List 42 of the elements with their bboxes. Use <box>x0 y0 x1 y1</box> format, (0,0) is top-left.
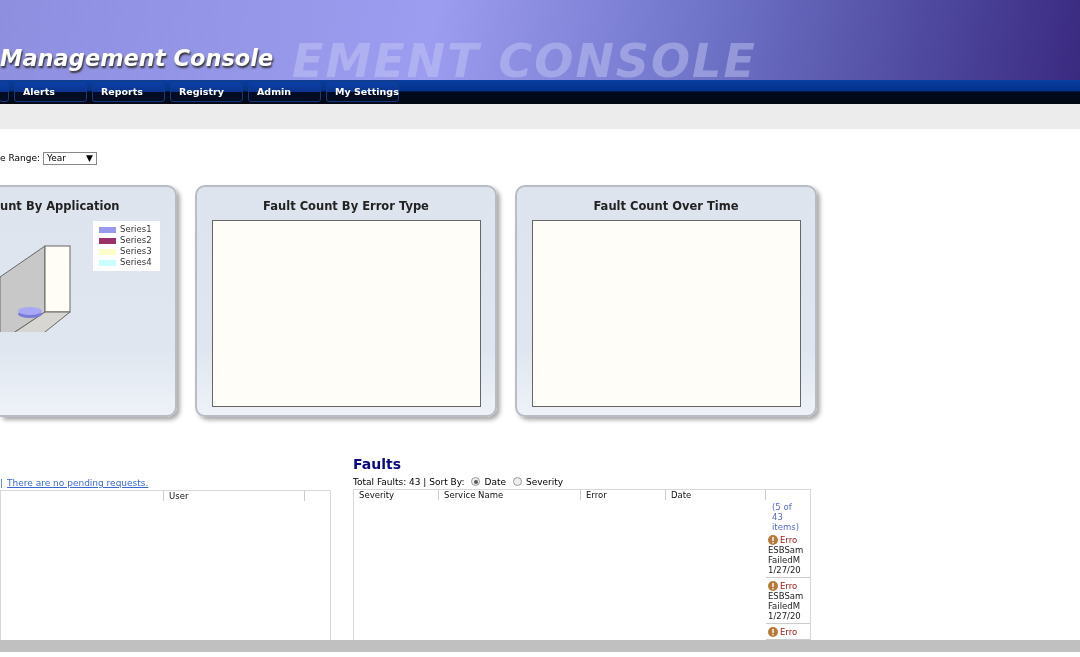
nav-tab[interactable]: Alerts <box>14 81 87 102</box>
severity-text: Erro <box>780 627 798 637</box>
sort-radio[interactable]: Date <box>471 476 506 487</box>
column-header[interactable]: Severity <box>354 490 439 500</box>
app-title: Management Console <box>0 45 274 71</box>
date-range-label: e Range: <box>0 153 40 163</box>
column-header[interactable]: Error <box>581 490 666 500</box>
severity-text: Erro <box>780 581 798 591</box>
card-title: unt By Application <box>0 199 120 213</box>
card-title: Fault Count Over Time <box>593 199 739 213</box>
nav-tab[interactable]: My Settings <box>326 81 399 102</box>
pending-requests-link[interactable]: There are no pending requests. <box>7 478 149 488</box>
separator: | <box>0 478 4 488</box>
nav-tab[interactable]: Registry <box>170 81 243 102</box>
sort-radio[interactable]: Severity <box>513 476 564 487</box>
pager-text: (5 of 43 items) <box>771 501 800 532</box>
scrollbar[interactable] <box>0 640 1080 652</box>
severity-text: Erro <box>780 535 798 545</box>
sort-label: Total Faults: 43 | Sort By: <box>353 476 465 487</box>
legend-label: Series2 <box>120 235 152 246</box>
column-header[interactable]: Date <box>666 490 766 500</box>
service-name: ESBSam <box>768 591 805 601</box>
nav-tab[interactable]: Admin <box>248 81 321 102</box>
date-range-select[interactable]: Year ▼ <box>42 151 97 165</box>
error-icon <box>768 535 778 545</box>
service-name: ESBSam <box>768 545 805 555</box>
column-header[interactable]: User <box>164 491 305 501</box>
date-text: 1/27/20 <box>768 611 802 621</box>
legend-label: Series3 <box>120 246 152 257</box>
legend-label: Series1 <box>120 224 152 235</box>
column-header[interactable]: Service Name <box>439 490 581 500</box>
error-icon <box>768 581 778 591</box>
date-text: 1/27/20 <box>768 565 802 575</box>
nav-tab[interactable] <box>0 81 9 102</box>
legend-label: Series4 <box>120 257 152 268</box>
nav-tab[interactable]: Reports <box>92 81 165 102</box>
card-title: Fault Count By Error Type <box>263 199 429 213</box>
error-icon <box>768 627 778 637</box>
caret-icon: ▼ <box>86 153 93 163</box>
error-text: FailedM <box>768 555 801 565</box>
error-text: FailedM <box>768 601 801 611</box>
faults-title: Faults <box>353 455 402 474</box>
